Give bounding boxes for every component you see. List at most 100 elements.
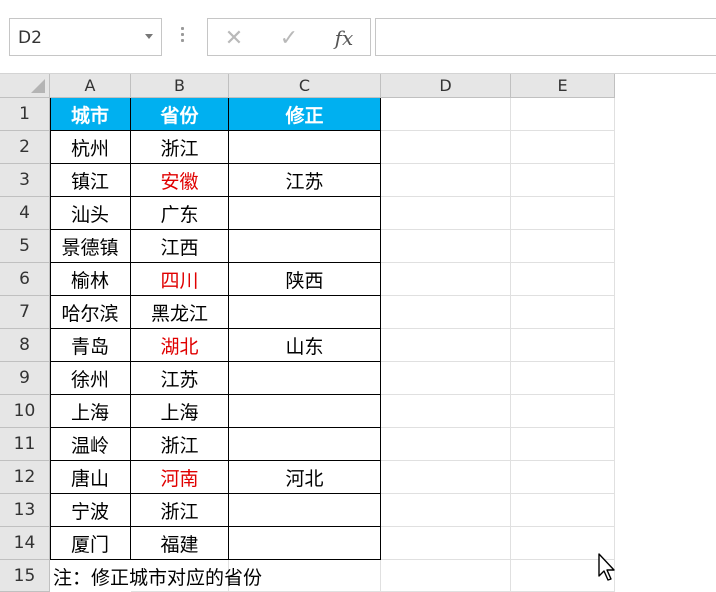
row-header-12[interactable]: 12 — [0, 461, 50, 494]
row-header-15[interactable]: 15 — [0, 560, 50, 592]
column-header-c[interactable]: C — [229, 74, 381, 98]
cell-e12[interactable] — [511, 461, 615, 494]
formula-input[interactable] — [375, 18, 716, 56]
row-header-11[interactable]: 11 — [0, 428, 50, 461]
row-header-6[interactable]: 6 — [0, 263, 50, 296]
cell-b12[interactable]: 河南 — [131, 461, 229, 494]
cell-b10[interactable]: 上海 — [131, 395, 229, 428]
cell-e5[interactable] — [511, 230, 615, 263]
cell-c9[interactable] — [229, 362, 381, 395]
cell-b6[interactable]: 四川 — [131, 263, 229, 296]
cell-d11[interactable] — [381, 428, 511, 461]
row-header-9[interactable]: 9 — [0, 362, 50, 395]
cell-d14[interactable] — [381, 527, 511, 560]
chevron-down-icon[interactable] — [145, 34, 153, 39]
cell-c3[interactable]: 江苏 — [229, 164, 381, 197]
cell-c14[interactable] — [229, 527, 381, 560]
cell-d2[interactable] — [381, 131, 511, 164]
cell-d12[interactable] — [381, 461, 511, 494]
row-header-1[interactable]: 1 — [0, 98, 50, 131]
cell-e6[interactable] — [511, 263, 615, 296]
cell-b13[interactable]: 浙江 — [131, 494, 229, 527]
cell-a3[interactable]: 镇江 — [50, 164, 131, 197]
cell-c7[interactable] — [229, 296, 381, 329]
row-header-10[interactable]: 10 — [0, 395, 50, 428]
cancel-icon[interactable]: ✕ — [214, 23, 254, 53]
cell-d9[interactable] — [381, 362, 511, 395]
cell-d6[interactable] — [381, 263, 511, 296]
row-header-7[interactable]: 7 — [0, 296, 50, 329]
cell-c6[interactable]: 陕西 — [229, 263, 381, 296]
cell-e9[interactable] — [511, 362, 615, 395]
cell-d8[interactable] — [381, 329, 511, 362]
column-header-a[interactable]: A — [50, 74, 131, 98]
cell-a11[interactable]: 温岭 — [50, 428, 131, 461]
cell-b2[interactable]: 浙江 — [131, 131, 229, 164]
cell-e1[interactable] — [511, 98, 615, 131]
cell-b3[interactable]: 安徽 — [131, 164, 229, 197]
row-header-8[interactable]: 8 — [0, 329, 50, 362]
cell-b5[interactable]: 江西 — [131, 230, 229, 263]
cell-b11[interactable]: 浙江 — [131, 428, 229, 461]
cell-a13[interactable]: 宁波 — [50, 494, 131, 527]
column-header-d[interactable]: D — [381, 74, 511, 98]
cell-d13[interactable] — [381, 494, 511, 527]
row-header-14[interactable]: 14 — [0, 527, 50, 560]
cell-a10[interactable]: 上海 — [50, 395, 131, 428]
row-header-3[interactable]: 3 — [0, 164, 50, 197]
cell-e2[interactable] — [511, 131, 615, 164]
worksheet-grid: A B C D E 1 2 3 4 5 6 7 8 9 10 11 12 13 14 15 城市 省份 修正 杭州 浙江 镇江 安徽… — [0, 74, 716, 592]
cell-c12[interactable]: 河北 — [229, 461, 381, 494]
cell-a9[interactable]: 徐州 — [50, 362, 131, 395]
cell-c5[interactable] — [229, 230, 381, 263]
cell-b14[interactable]: 福建 — [131, 527, 229, 560]
cell-e8[interactable] — [511, 329, 615, 362]
cell-e11[interactable] — [511, 428, 615, 461]
cell-d3[interactable] — [381, 164, 511, 197]
row-header-2[interactable]: 2 — [0, 131, 50, 164]
cell-a8[interactable]: 青岛 — [50, 329, 131, 362]
row-header-5[interactable]: 5 — [0, 230, 50, 263]
cell-a14[interactable]: 厦门 — [50, 527, 131, 560]
cell-d15[interactable] — [381, 560, 511, 592]
cell-d1[interactable] — [381, 98, 511, 131]
cell-c11[interactable] — [229, 428, 381, 461]
cell-a4[interactable]: 汕头 — [50, 197, 131, 230]
cell-c1[interactable]: 修正 — [229, 98, 381, 131]
cell-b1[interactable]: 省份 — [131, 98, 229, 131]
cell-d4[interactable] — [381, 197, 511, 230]
cell-e10[interactable] — [511, 395, 615, 428]
cell-d5[interactable] — [381, 230, 511, 263]
cell-b8[interactable]: 湖北 — [131, 329, 229, 362]
cell-d10[interactable] — [381, 395, 511, 428]
cell-c2[interactable] — [229, 131, 381, 164]
cell-e3[interactable] — [511, 164, 615, 197]
cell-a12[interactable]: 唐山 — [50, 461, 131, 494]
select-all-button[interactable] — [0, 74, 50, 98]
column-header-e[interactable]: E — [511, 74, 615, 98]
cell-d7[interactable] — [381, 296, 511, 329]
row-header-4[interactable]: 4 — [0, 197, 50, 230]
cell-e7[interactable] — [511, 296, 615, 329]
cell-a7[interactable]: 哈尔滨 — [50, 296, 131, 329]
column-header-b[interactable]: B — [131, 74, 229, 98]
cell-e13[interactable] — [511, 494, 615, 527]
cell-b4[interactable]: 广东 — [131, 197, 229, 230]
insert-function-icon[interactable]: fx — [324, 23, 364, 53]
row-header-13[interactable]: 13 — [0, 494, 50, 527]
cell-a6[interactable]: 榆林 — [50, 263, 131, 296]
cell-c8[interactable]: 山东 — [229, 329, 381, 362]
note-text[interactable]: 注：修正城市对应的省份 — [51, 560, 262, 592]
cell-c4[interactable] — [229, 197, 381, 230]
cell-a2[interactable]: 杭州 — [50, 131, 131, 164]
name-box[interactable]: D2 — [9, 18, 162, 56]
cell-c13[interactable] — [229, 494, 381, 527]
check-icon[interactable]: ✓ — [269, 23, 309, 53]
cell-a1[interactable]: 城市 — [50, 98, 131, 131]
cell-e4[interactable] — [511, 197, 615, 230]
cell-a5[interactable]: 景德镇 — [50, 230, 131, 263]
cell-c10[interactable] — [229, 395, 381, 428]
cell-b9[interactable]: 江苏 — [131, 362, 229, 395]
cell-b7[interactable]: 黑龙江 — [131, 296, 229, 329]
drag-handle-icon[interactable] — [181, 27, 185, 47]
